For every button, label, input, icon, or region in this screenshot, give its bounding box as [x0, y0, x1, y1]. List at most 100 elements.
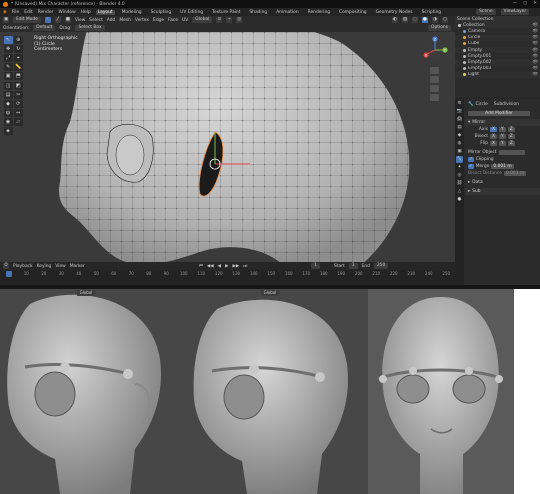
maximize-button[interactable]: ▢ [523, 1, 527, 6]
start-frame-field[interactable]: 1 [348, 263, 358, 269]
spin-tool-icon[interactable]: ⟳ [13, 99, 23, 108]
material-tab-icon[interactable]: ● [456, 196, 463, 203]
view-layer-tab-icon[interactable]: ▤ [456, 124, 463, 131]
wireframe-shading-icon[interactable]: ◌ [412, 17, 418, 23]
loop-cut-tool-icon[interactable]: ▤ [3, 90, 13, 99]
clipping-checkbox[interactable]: ✓ [468, 157, 474, 162]
rotate-tool-icon[interactable]: ↻ [13, 44, 23, 53]
workspace-tab-sculpting[interactable]: Sculpting [149, 10, 174, 15]
jump-end-icon[interactable]: ⏭ [243, 263, 247, 269]
next-key-icon[interactable]: ▶▶ [232, 264, 239, 269]
visibility-eye-icon[interactable]: 👁 [532, 48, 538, 53]
close-button[interactable]: ✕ [533, 1, 537, 6]
rendered-shading-icon[interactable]: ○ [442, 17, 448, 23]
timeline-ruler[interactable]: 0102030405060708090100110120130140150160… [0, 271, 455, 277]
timeline-menu-marker[interactable]: Marker [70, 264, 85, 269]
menu-edit[interactable]: Edit [24, 10, 33, 15]
menu-file[interactable]: File [12, 10, 19, 15]
solid-shading-icon[interactable]: ● [422, 17, 428, 23]
workspace-tab-uv-editing[interactable]: UV Editing [178, 10, 205, 15]
timeline-menu-playback[interactable]: Playback [13, 264, 33, 269]
visibility-eye-icon[interactable]: 👁 [532, 66, 538, 71]
snap-icon[interactable]: ⌁ [226, 17, 233, 23]
mode-selector[interactable]: Edit Mode [13, 17, 41, 23]
menu-render[interactable]: Render [38, 10, 54, 15]
timeline-menu-view[interactable]: View [55, 264, 65, 269]
axis-y-toggle[interactable]: Y [499, 127, 506, 132]
current-frame-field[interactable]: 1 [311, 263, 320, 269]
bisect-z-toggle[interactable]: Z [507, 134, 515, 139]
material-shading-icon[interactable]: ◑ [432, 17, 438, 23]
shrink-fatten-tool-icon[interactable]: ◉ [3, 118, 13, 127]
3d-viewport[interactable]: Right Orthographic (1) Circle Centimeter… [0, 32, 455, 262]
workspace-tab-layout[interactable]: Layout [95, 9, 115, 15]
viewport-menu-mesh[interactable]: Mesh [119, 18, 131, 23]
blender-menu-icon[interactable]: ◉ [3, 10, 7, 15]
subdivision-chevron-icon[interactable]: ▸ [468, 189, 470, 194]
visibility-eye-icon[interactable]: 👁 [532, 41, 538, 46]
move-tool-icon[interactable]: ✥ [3, 44, 13, 53]
workspace-tab-compositing[interactable]: Compositing [337, 10, 369, 15]
select-tool-icon[interactable]: ↖ [3, 35, 13, 44]
constraints-tab-icon[interactable]: ⛓ [456, 180, 463, 187]
viewport-menu-face[interactable]: Face [168, 18, 178, 23]
viewport-menu-select[interactable]: Select [89, 18, 103, 23]
timeline-menu-keying[interactable]: Keying [37, 264, 52, 269]
orientation-dropdown[interactable]: Default [33, 25, 56, 31]
annotate-tool-icon[interactable]: ✎ [3, 63, 13, 72]
visibility-eye-icon[interactable]: 👁 [532, 54, 538, 59]
menu-help[interactable]: Help [81, 10, 91, 15]
end-frame-field[interactable]: 250 [373, 263, 389, 269]
view-layer-selector[interactable]: ViewLayer [500, 9, 530, 15]
prev-key-icon[interactable]: ◀◀ [207, 264, 214, 269]
add-modifier-button[interactable]: Add Modifier [468, 111, 530, 116]
expand-chevron-icon[interactable]: ▸ [468, 180, 470, 185]
transform-orientation-dropdown[interactable]: Global [192, 17, 213, 23]
poly-build-tool-icon[interactable]: ◆ [3, 99, 13, 108]
timeline-editor-type-icon[interactable]: ⏱ [3, 263, 9, 269]
face-select-icon[interactable]: ■ [64, 17, 71, 23]
visibility-eye-icon[interactable]: 👁 [532, 35, 538, 40]
subdivision-modifier-name[interactable]: Sub [472, 189, 480, 194]
xray-icon[interactable]: ▨ [402, 17, 408, 23]
overlay-icon[interactable]: ◐ [392, 17, 398, 23]
drag-dropdown[interactable]: Select Box [75, 25, 105, 31]
tool-tab-icon[interactable]: ⚙ [456, 100, 463, 107]
modifier-wrench-icon[interactable]: 🔧 [456, 156, 463, 163]
workspace-tab-animation[interactable]: Animation [274, 10, 300, 15]
workspace-tab-scripting[interactable]: Scripting [420, 10, 444, 15]
viewport-menu-vertex[interactable]: Vertex [135, 18, 149, 23]
visibility-eye-icon[interactable]: 👁 [532, 23, 538, 28]
merge-distance-field[interactable]: 0.001 m [491, 164, 514, 169]
jump-start-icon[interactable]: ⏮ [199, 263, 203, 269]
scene-selector[interactable]: Scene [476, 9, 496, 15]
play-reverse-icon[interactable]: ◀ [218, 264, 221, 269]
edge-select-icon[interactable]: ╱ [54, 17, 61, 23]
knife-tool-icon[interactable]: ✂ [13, 90, 23, 99]
options-dropdown[interactable]: Options [428, 25, 451, 31]
object-name[interactable]: Circle [475, 102, 487, 107]
render-tab-icon[interactable]: 📷 [456, 108, 463, 115]
mirror-modifier-name[interactable]: Mirror [472, 120, 485, 125]
minimize-button[interactable]: — [513, 1, 517, 6]
vertex-select-icon[interactable]: · [44, 17, 51, 23]
visibility-eye-icon[interactable]: 👁 [532, 29, 538, 34]
transform-tool-icon[interactable]: ⌖ [13, 53, 23, 62]
merge-checkbox[interactable]: ✓ [468, 164, 474, 169]
smooth-tool-icon[interactable]: ◍ [3, 109, 13, 118]
inset-tool-icon[interactable]: ◫ [3, 81, 13, 90]
data-tab-icon[interactable]: △ [456, 188, 463, 195]
flip-y-toggle[interactable]: Y [499, 141, 506, 146]
navigation-gizmo[interactable]: Z Y X [413, 34, 453, 104]
cursor-tool-icon[interactable]: ⊕ [13, 35, 23, 44]
axis-z-toggle[interactable]: Z [507, 127, 515, 132]
scale-tool-icon[interactable]: ⤢ [3, 53, 13, 62]
object-tab-icon[interactable]: ▣ [456, 148, 463, 155]
collapse-chevron-icon[interactable]: ▾ [468, 120, 470, 125]
edge-slide-tool-icon[interactable]: ⇔ [13, 109, 23, 118]
workspace-tab-modeling[interactable]: Modeling [120, 10, 144, 15]
workspace-tab-texture-paint[interactable]: Texture Paint [210, 10, 242, 15]
pivot-icon[interactable]: ⊙ [216, 17, 223, 23]
viewport-menu-add[interactable]: Add [107, 18, 116, 23]
workspace-tab-shading[interactable]: Shading [247, 10, 269, 15]
